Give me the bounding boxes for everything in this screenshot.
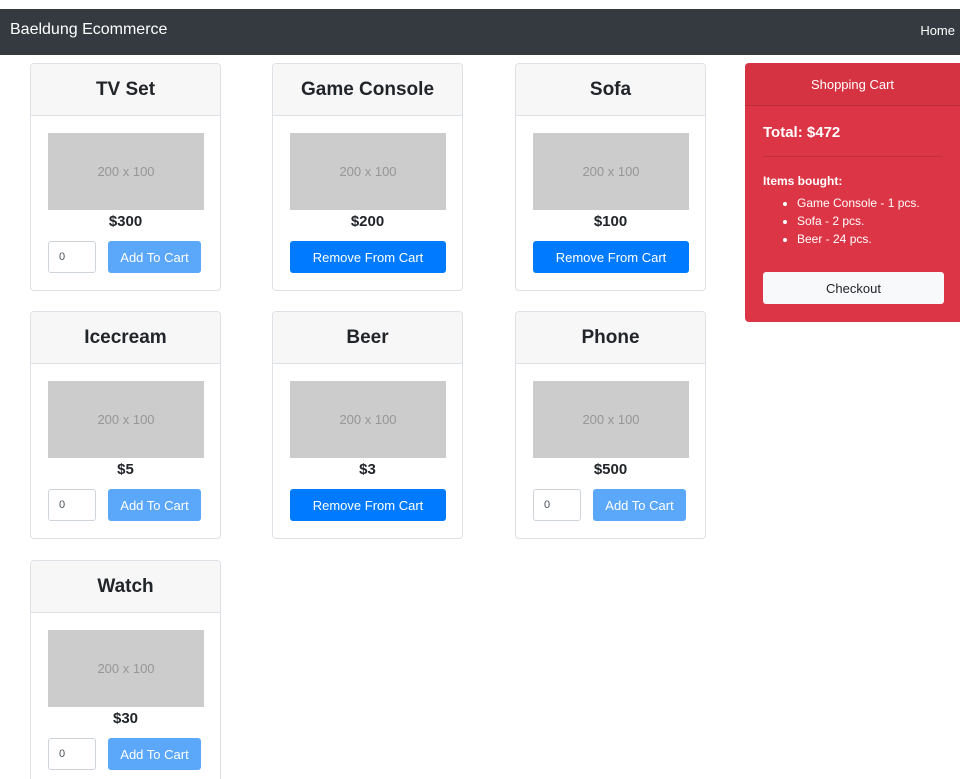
product-price: $100: [593, 213, 628, 230]
cart-item: Beer - 24 pcs.: [797, 230, 920, 248]
product-price: $3: [359, 461, 376, 478]
product-image-placeholder: 200 x 100: [48, 133, 204, 210]
product-title: Sofa: [516, 64, 705, 116]
product-title: Icecream: [31, 312, 220, 364]
product-card-icecream: Icecream 200 x 100 $5 Add To Cart: [30, 311, 221, 539]
product-body: 200 x 100 $100 Remove From Cart: [516, 116, 705, 290]
product-body: 200 x 100 $200 Remove From Cart: [273, 116, 462, 290]
product-card-phone: Phone 200 x 100 $500 Add To Cart: [515, 311, 706, 539]
navbar: Baeldung Ecommerce Home: [0, 9, 960, 55]
cart-total: Total: $472: [763, 124, 841, 141]
quantity-input[interactable]: [48, 738, 96, 770]
product-price: $300: [108, 213, 143, 230]
cart-items-label: Items bought:: [763, 174, 843, 188]
product-body: 200 x 100 $3 Remove From Cart: [273, 364, 462, 538]
cart-item: Game Console - 1 pcs.: [797, 194, 920, 212]
product-card-beer: Beer 200 x 100 $3 Remove From Cart: [272, 311, 463, 539]
product-image-placeholder: 200 x 100: [290, 133, 446, 210]
product-title: Beer: [273, 312, 462, 364]
product-body: 200 x 100 $300 Add To Cart: [31, 116, 220, 290]
cart-header: Shopping Cart: [745, 63, 960, 106]
product-body: 200 x 100 $5 Add To Cart: [31, 364, 220, 538]
remove-from-cart-button[interactable]: Remove From Cart: [533, 241, 689, 273]
product-title: Watch: [31, 561, 220, 613]
remove-from-cart-button[interactable]: Remove From Cart: [290, 241, 446, 273]
add-to-cart-button[interactable]: Add To Cart: [108, 241, 201, 273]
product-body: 200 x 100 $30 Add To Cart: [31, 613, 220, 779]
product-price: $500: [593, 461, 628, 478]
add-to-cart-button[interactable]: Add To Cart: [108, 489, 201, 521]
product-price: $200: [350, 213, 385, 230]
nav-home-link[interactable]: Home: [920, 23, 955, 38]
product-card-tv-set: TV Set 200 x 100 $300 Add To Cart: [30, 63, 221, 291]
page: Baeldung Ecommerce Home TV Set 200 x 100…: [0, 0, 960, 779]
cart-divider: [763, 156, 943, 157]
cart-item: Sofa - 2 pcs.: [797, 212, 920, 230]
product-card-sofa: Sofa 200 x 100 $100 Remove From Cart: [515, 63, 706, 291]
product-image-placeholder: 200 x 100: [48, 381, 204, 458]
product-title: Game Console: [273, 64, 462, 116]
product-image-placeholder: 200 x 100: [533, 133, 689, 210]
add-to-cart-button[interactable]: Add To Cart: [108, 738, 201, 770]
product-title: Phone: [516, 312, 705, 364]
product-body: 200 x 100 $500 Add To Cart: [516, 364, 705, 538]
top-strip: [0, 0, 960, 9]
product-image-placeholder: 200 x 100: [290, 381, 446, 458]
quantity-input[interactable]: [48, 489, 96, 521]
remove-from-cart-button[interactable]: Remove From Cart: [290, 489, 446, 521]
checkout-button[interactable]: Checkout: [763, 272, 944, 304]
brand-link[interactable]: Baeldung Ecommerce: [10, 21, 167, 39]
product-price: $5: [117, 461, 134, 478]
cart-items-list: Game Console - 1 pcs. Sofa - 2 pcs. Beer…: [779, 194, 920, 248]
product-card-game-console: Game Console 200 x 100 $200 Remove From …: [272, 63, 463, 291]
add-to-cart-button[interactable]: Add To Cart: [593, 489, 686, 521]
product-image-placeholder: 200 x 100: [48, 630, 204, 707]
product-card-watch: Watch 200 x 100 $30 Add To Cart: [30, 560, 221, 779]
product-image-placeholder: 200 x 100: [533, 381, 689, 458]
product-price: $30: [112, 710, 139, 727]
quantity-input[interactable]: [48, 241, 96, 273]
product-title: TV Set: [31, 64, 220, 116]
shopping-cart-panel: Shopping Cart Total: $472 Items bought: …: [745, 63, 960, 322]
quantity-input[interactable]: [533, 489, 581, 521]
